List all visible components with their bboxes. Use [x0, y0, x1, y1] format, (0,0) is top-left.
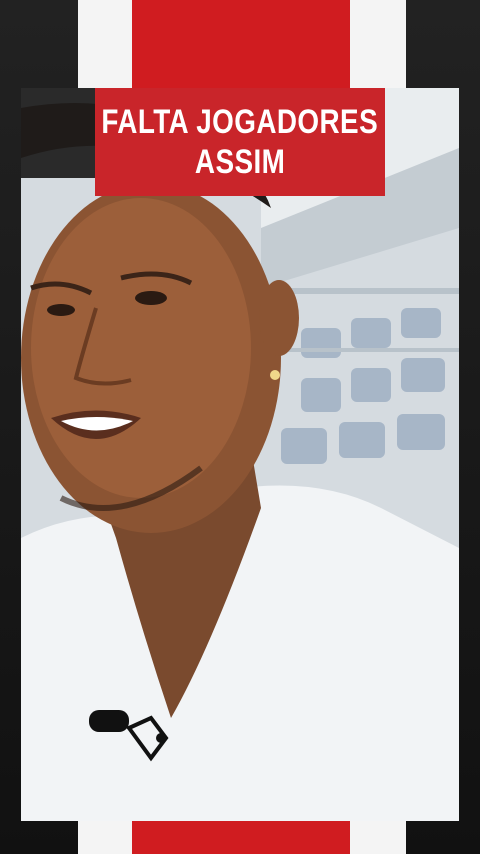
video-frame-image	[21, 88, 459, 821]
caption-line-1: FALTA JOGADORES	[101, 103, 379, 141]
caption-banner: FALTA JOGADORES ASSIM	[95, 88, 385, 196]
video-player[interactable]	[21, 88, 459, 821]
caption-line-2: ASSIM	[194, 143, 286, 181]
